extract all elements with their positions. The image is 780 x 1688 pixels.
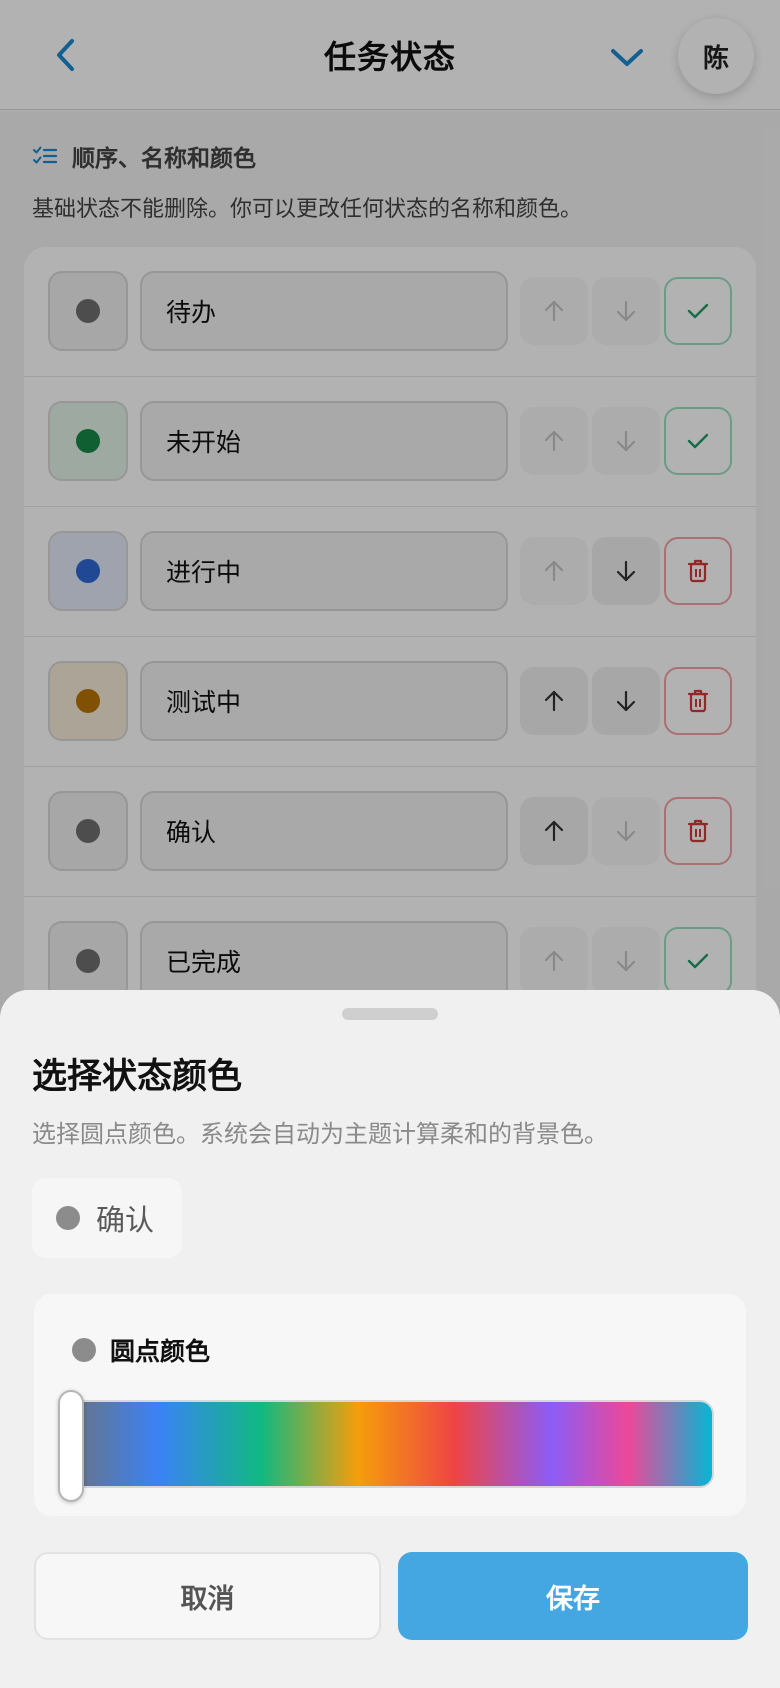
dot-color-label-row: 圆点颜色	[72, 1332, 210, 1368]
current-color-dot	[72, 1338, 96, 1362]
save-button[interactable]: 保存	[398, 1552, 748, 1640]
hue-slider-thumb[interactable]	[58, 1390, 84, 1502]
preview-dot	[56, 1206, 80, 1230]
sheet-description: 选择圆点颜色。系统会自动为主题计算柔和的背景色。	[32, 1120, 608, 1148]
color-picker-sheet: 选择状态颜色 选择圆点颜色。系统会自动为主题计算柔和的背景色。 确认 圆点颜色 …	[0, 990, 780, 1688]
cancel-button[interactable]: 取消	[34, 1552, 381, 1640]
status-preview-chip: 确认	[32, 1178, 182, 1258]
dot-color-panel: 圆点颜色	[34, 1294, 746, 1516]
dot-color-label: 圆点颜色	[110, 1337, 211, 1366]
sheet-drag-handle[interactable]	[342, 1008, 438, 1020]
preview-label: 确认	[96, 1203, 155, 1237]
sheet-title: 选择状态颜色	[32, 1057, 243, 1097]
hue-slider-track[interactable]	[66, 1400, 714, 1488]
